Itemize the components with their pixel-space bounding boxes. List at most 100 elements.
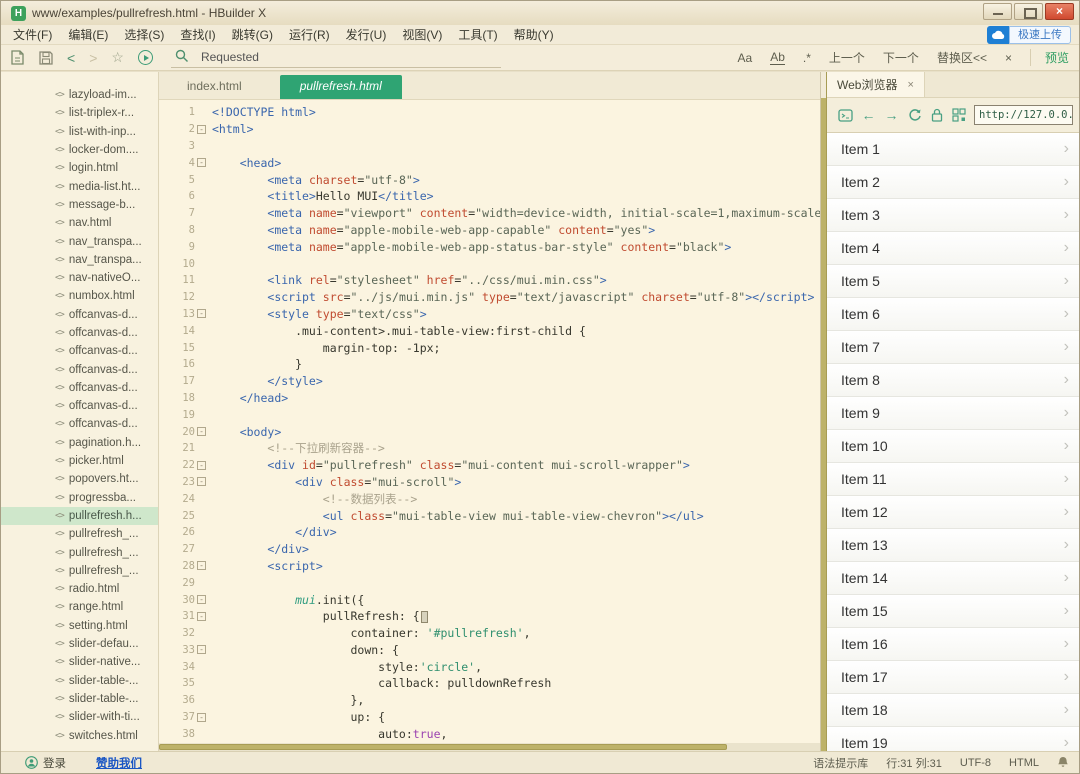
fold-toggle-icon[interactable]: - xyxy=(197,477,206,486)
file-item[interactable]: <>slider-native... xyxy=(1,653,158,671)
code-line[interactable]: 2-<html> xyxy=(159,121,820,138)
code-line[interactable]: 33- down: { xyxy=(159,642,820,659)
file-item[interactable]: <>lazyload-im... xyxy=(1,86,158,104)
horizontal-scrollbar[interactable] xyxy=(159,743,820,751)
file-item[interactable]: <>nav_transpa... xyxy=(1,232,158,250)
list-item[interactable]: Item 9› xyxy=(827,397,1079,430)
menu-item-10[interactable]: 帮助(Y) xyxy=(514,26,554,43)
list-item[interactable]: Item 6› xyxy=(827,298,1079,331)
close-find-button[interactable]: × xyxy=(1005,51,1012,65)
code-line[interactable]: 17 </style> xyxy=(159,373,820,390)
code-line[interactable]: 20- <body> xyxy=(159,423,820,440)
menu-item-6[interactable]: 运行(R) xyxy=(289,26,330,43)
file-item[interactable]: <>slider-with-ti... xyxy=(1,708,158,726)
regex-toggle[interactable]: .* xyxy=(803,51,811,65)
file-item[interactable]: <>range.html xyxy=(1,598,158,616)
menu-item-5[interactable]: 跳转(G) xyxy=(232,26,273,43)
search-input[interactable]: Requested xyxy=(171,48,501,68)
file-item[interactable]: <>popovers.ht... xyxy=(1,470,158,488)
syntax-lib-button[interactable]: 语法提示库 xyxy=(813,755,868,771)
code-line[interactable]: 15 margin-top: -1px; xyxy=(159,339,820,356)
code-line[interactable]: 21 <!--下拉刷新容器--> xyxy=(159,440,820,457)
code-line[interactable]: 7 <meta name="viewport" content="width=d… xyxy=(159,205,820,222)
code-line[interactable]: 25 <ul class="mui-table-view mui-table-v… xyxy=(159,507,820,524)
list-item[interactable]: Item 15› xyxy=(827,595,1079,628)
code-line[interactable]: 29 xyxy=(159,574,820,591)
fold-toggle-icon[interactable]: - xyxy=(197,645,206,654)
file-item[interactable]: <>radio.html xyxy=(1,580,158,598)
browser-tab-close-icon[interactable]: × xyxy=(907,79,913,91)
code-line[interactable]: 8 <meta name="apple-mobile-web-app-capab… xyxy=(159,222,820,239)
file-item[interactable]: <>pullrefresh.h... xyxy=(1,507,158,525)
file-item[interactable]: <>pullrefresh_... xyxy=(1,543,158,561)
file-item[interactable]: <>offcanvas-d... xyxy=(1,379,158,397)
horizontal-scrollbar-thumb[interactable] xyxy=(159,744,727,750)
code-line[interactable]: 5 <meta charset="utf-8"> xyxy=(159,171,820,188)
code-line[interactable]: 30- mui.init({ xyxy=(159,591,820,608)
file-item[interactable]: <>offcanvas-d... xyxy=(1,342,158,360)
file-item[interactable]: <>numbox.html xyxy=(1,287,158,305)
file-item[interactable]: <>nav-nativeO... xyxy=(1,269,158,287)
code-line[interactable]: 31- pullRefresh: { xyxy=(159,608,820,625)
file-item[interactable]: <>nav.html xyxy=(1,214,158,232)
list-item[interactable]: Item 2› xyxy=(827,166,1079,199)
forward-button[interactable]: > xyxy=(89,50,97,66)
tab-web-browser[interactable]: Web浏览器 × xyxy=(827,72,925,97)
code-line[interactable]: 13- <style type="text/css"> xyxy=(159,306,820,323)
file-item[interactable]: <>offcanvas-d... xyxy=(1,360,158,378)
browser-refresh-icon[interactable] xyxy=(908,108,922,122)
maximize-button[interactable] xyxy=(1014,3,1043,20)
code-line[interactable]: 12 <script src="../js/mui.min.js" type="… xyxy=(159,289,820,306)
file-item[interactable]: <>setting.html xyxy=(1,617,158,635)
code-line[interactable]: 38 auto:true, xyxy=(159,725,820,742)
file-item[interactable]: <>offcanvas-d... xyxy=(1,324,158,342)
file-item[interactable]: <>switches.html xyxy=(1,726,158,744)
fold-toggle-icon[interactable]: - xyxy=(197,713,206,722)
filetype-indicator[interactable]: HTML xyxy=(1009,757,1039,769)
file-item[interactable]: <>nav_transpa... xyxy=(1,251,158,269)
address-bar-input[interactable]: http://127.0.0.1:8 xyxy=(974,105,1073,125)
cursor-position[interactable]: 行:31 列:31 xyxy=(886,755,942,771)
minimize-button[interactable] xyxy=(983,3,1012,20)
preview-button[interactable]: 预览 xyxy=(1030,49,1069,66)
sponsor-link[interactable]: 赞助我们 xyxy=(96,755,142,771)
code-line[interactable]: 32 container: '#pullrefresh', xyxy=(159,625,820,642)
device-grid-icon[interactable] xyxy=(952,108,966,122)
list-item[interactable]: Item 12› xyxy=(827,496,1079,529)
code-line[interactable]: 3 xyxy=(159,138,820,155)
list-item[interactable]: Item 17› xyxy=(827,661,1079,694)
list-item[interactable]: Item 5› xyxy=(827,265,1079,298)
list-item[interactable]: Item 3› xyxy=(827,199,1079,232)
code-line[interactable]: 10 xyxy=(159,255,820,272)
code-line[interactable]: 6 <title>Hello MUI</title> xyxy=(159,188,820,205)
list-item[interactable]: Item 7› xyxy=(827,331,1079,364)
save-button[interactable] xyxy=(39,51,53,65)
fold-toggle-icon[interactable]: - xyxy=(197,595,206,604)
file-item[interactable]: <>slider-table-... xyxy=(1,672,158,690)
file-item[interactable]: <>pullrefresh_... xyxy=(1,525,158,543)
menu-item-8[interactable]: 视图(V) xyxy=(402,26,442,43)
list-item[interactable]: Item 16› xyxy=(827,628,1079,661)
list-item[interactable]: Item 14› xyxy=(827,562,1079,595)
file-item[interactable]: <>progressba... xyxy=(1,489,158,507)
fold-toggle-icon[interactable]: - xyxy=(197,561,206,570)
new-file-button[interactable] xyxy=(11,50,25,65)
editor-tab-pullrefresh-html[interactable]: pullrefresh.html xyxy=(280,75,402,99)
list-item[interactable]: Item 18› xyxy=(827,694,1079,727)
file-item[interactable]: <>pagination.h... xyxy=(1,434,158,452)
file-item[interactable]: <>list-triplex-r... xyxy=(1,104,158,122)
menu-item-1[interactable]: 文件(F) xyxy=(13,26,52,43)
file-item[interactable]: <>offcanvas-d... xyxy=(1,397,158,415)
menu-item-3[interactable]: 选择(S) xyxy=(124,26,164,43)
login-button[interactable]: 登录 xyxy=(25,755,66,771)
file-item[interactable]: <>slider-table-... xyxy=(1,690,158,708)
code-line[interactable]: 9 <meta name="apple-mobile-web-app-statu… xyxy=(159,238,820,255)
file-item[interactable]: <>picker.html xyxy=(1,452,158,470)
editor-tab-index-html[interactable]: index.html xyxy=(171,75,258,99)
find-previous-button[interactable]: 上一个 xyxy=(829,49,865,66)
notification-bell-icon[interactable] xyxy=(1057,756,1069,769)
code-line[interactable]: 37- up: { xyxy=(159,709,820,726)
menu-item-7[interactable]: 发行(U) xyxy=(346,26,387,43)
close-button[interactable]: × xyxy=(1045,3,1074,20)
code-line[interactable]: 35 callback: pulldownRefresh xyxy=(159,675,820,692)
